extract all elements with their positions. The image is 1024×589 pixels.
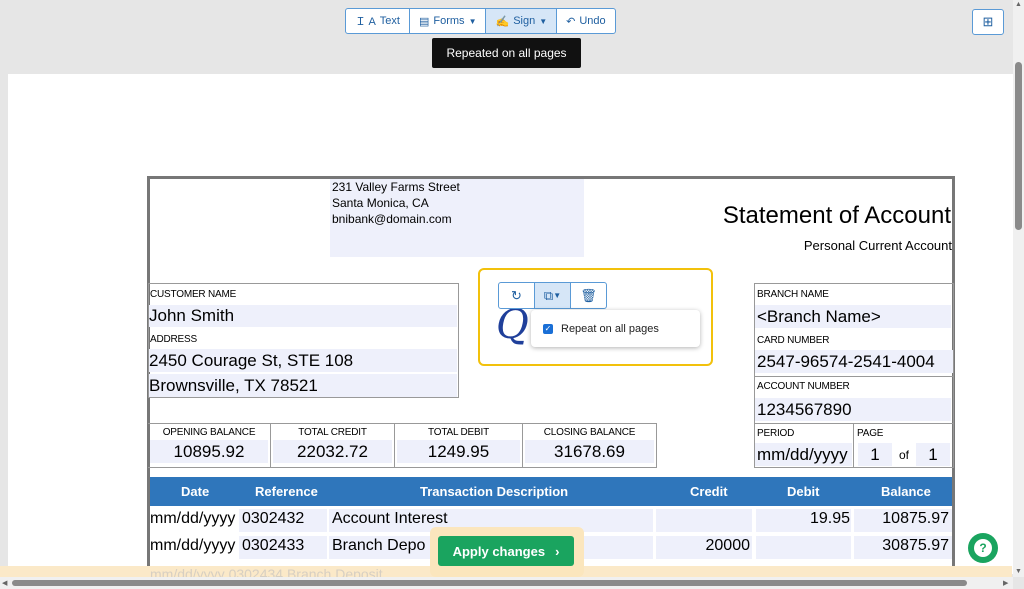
row2-balance[interactable]: 30875.97 <box>854 537 949 555</box>
bank-address[interactable]: 231 Valley Farms Street Santa Monica, CA… <box>330 179 584 257</box>
bank-city: Santa Monica, CA <box>332 196 429 210</box>
table-cell-bg <box>756 536 851 559</box>
apply-changes-button[interactable]: Apply changes › <box>438 536 574 566</box>
total-debit-label: TOTAL DEBIT <box>428 427 489 438</box>
chevron-right-icon: › <box>555 543 560 559</box>
text-tool-button[interactable]: Ｉ A Text <box>346 9 410 33</box>
signature-toolbar: ↻ ⧉ ▼ 🗑 <box>498 282 607 309</box>
row2-credit[interactable]: 20000 <box>656 537 751 555</box>
col-header-balance: Balance <box>881 484 931 499</box>
divider <box>853 423 854 468</box>
sign-tool-button[interactable]: ✍ Sign ▼ <box>486 9 558 33</box>
undo-icon: ↶ <box>566 15 576 28</box>
period-label: PERIOD <box>757 428 795 439</box>
form-icon: ▤ <box>418 15 430 28</box>
apply-changes-label: Apply changes <box>452 543 546 559</box>
forms-tool-label: Forms <box>433 15 465 27</box>
signature-icon: ✍ <box>495 15 510 28</box>
sign-tool-label: Sign <box>513 15 536 27</box>
total-debit-box: TOTAL DEBIT 1249.95 <box>395 424 523 468</box>
divider <box>754 376 954 377</box>
total-credit-field[interactable]: 22032.72 <box>273 440 392 463</box>
repeat-popup: ✓ Repeat on all pages <box>531 310 700 347</box>
account-number-field[interactable]: 1234567890 <box>755 398 951 421</box>
customer-name-field[interactable]: John Smith <box>149 305 457 327</box>
closing-balance-box: CLOSING BALANCE 31678.69 <box>523 424 657 468</box>
customer-name-label: CUSTOMER NAME <box>150 289 237 300</box>
row1-reference[interactable]: 0302432 <box>242 510 304 528</box>
grid-icon: ⊞ <box>982 14 994 29</box>
scroll-right-icon[interactable]: ▶ <box>1003 579 1008 587</box>
chevron-down-icon: ▼ <box>553 291 562 300</box>
row2-date[interactable]: mm/dd/yyyy <box>150 537 235 555</box>
duplicate-button[interactable]: ⧉ ▼ <box>535 283 571 308</box>
row1-debit[interactable]: 19.95 <box>756 510 850 528</box>
text-tool-label: Text <box>379 15 400 27</box>
row1-balance[interactable]: 10875.97 <box>854 510 949 528</box>
page-total-field[interactable]: 1 <box>916 443 950 466</box>
bank-street: 231 Valley Farms Street <box>332 180 460 194</box>
row1-date[interactable]: mm/dd/yyyy <box>150 510 235 528</box>
closing-balance-label: CLOSING BALANCE <box>543 427 636 438</box>
card-number-field[interactable]: 2547-96574-2541-4004 <box>755 350 953 373</box>
scroll-left-icon[interactable]: ◀ <box>2 579 7 587</box>
col-header-credit: Credit <box>690 484 728 499</box>
check-icon: ✓ <box>544 324 552 333</box>
transaction-table-header: Date Reference Transaction Description C… <box>150 477 952 506</box>
row2-reference[interactable]: 0302433 <box>242 537 304 555</box>
page-current-field[interactable]: 1 <box>858 443 892 466</box>
chevron-down-icon: ▼ <box>539 16 548 26</box>
question-icon: ? <box>974 539 992 557</box>
card-number-label: CARD NUMBER <box>757 335 830 346</box>
page-label: PAGE <box>857 428 884 439</box>
editor-toolbar: Ｉ A Text ▤ Forms ▼ ✍ Sign ▼ ↶ Undo <box>345 8 616 34</box>
rotate-icon: ↻ <box>511 287 522 303</box>
forms-tool-button[interactable]: ▤ Forms ▼ <box>410 9 487 33</box>
delete-button[interactable]: 🗑 <box>571 283 606 308</box>
bank-email: bnibank@domain.com <box>332 212 452 226</box>
closing-balance-field[interactable]: 31678.69 <box>525 440 654 463</box>
scroll-up-icon[interactable]: ▲ <box>1015 1 1022 8</box>
account-number-label: ACCOUNT NUMBER <box>757 381 850 392</box>
address-line2-field[interactable]: Brownsville, TX 78521 <box>149 374 457 397</box>
chevron-down-icon: ▼ <box>468 16 477 26</box>
copy-icon: ⧉ <box>543 287 554 303</box>
address-line1-field[interactable]: 2450 Courage St, STE 108 <box>149 349 457 372</box>
row1-description[interactable]: Account Interest <box>332 510 448 528</box>
period-field[interactable]: mm/dd/yyyy <box>755 443 852 466</box>
scroll-down-icon[interactable]: ▼ <box>1015 568 1022 575</box>
help-button[interactable]: ? <box>968 533 998 563</box>
row2-description[interactable]: Branch Depo <box>332 537 425 555</box>
page-of-text: of <box>899 448 910 462</box>
branch-name-field[interactable]: <Branch Name> <box>755 305 951 328</box>
undo-button[interactable]: ↶ Undo <box>557 9 615 33</box>
total-debit-field[interactable]: 1249.95 <box>397 440 520 463</box>
opening-balance-label: OPENING BALANCE <box>162 427 256 438</box>
opening-balance-box: OPENING BALANCE 10895.92 <box>148 424 271 468</box>
undo-label: Undo <box>579 15 606 27</box>
vertical-scrollbar-thumb[interactable] <box>1015 62 1022 230</box>
address-label: ADDRESS <box>150 334 197 345</box>
tooltip: Repeated on all pages <box>432 38 581 68</box>
total-credit-label: TOTAL CREDIT <box>298 427 367 438</box>
col-header-description: Transaction Description <box>420 484 569 499</box>
horizontal-scrollbar-thumb[interactable] <box>12 580 967 586</box>
rotate-button[interactable]: ↻ <box>499 283 535 308</box>
divider <box>754 423 954 424</box>
layout-toggle-button[interactable]: ⊞ <box>972 9 1004 35</box>
trash-icon: 🗑 <box>580 287 597 303</box>
total-credit-box: TOTAL CREDIT 22032.72 <box>271 424 395 468</box>
branch-name-label: BRANCH NAME <box>757 289 829 300</box>
table-cell-bg <box>656 509 752 532</box>
repeat-label: Repeat on all pages <box>561 322 659 335</box>
statement-title: Statement of Account <box>722 202 951 229</box>
col-header-date: Date <box>181 484 210 499</box>
statement-subtitle: Personal Current Account <box>803 238 952 253</box>
repeat-checkbox[interactable]: ✓ <box>543 323 553 334</box>
text-cursor-icon: Ｉ A <box>355 16 376 28</box>
col-header-reference: Reference <box>255 484 318 499</box>
opening-balance-field[interactable]: 10895.92 <box>150 440 268 463</box>
col-header-debit: Debit <box>787 484 820 499</box>
